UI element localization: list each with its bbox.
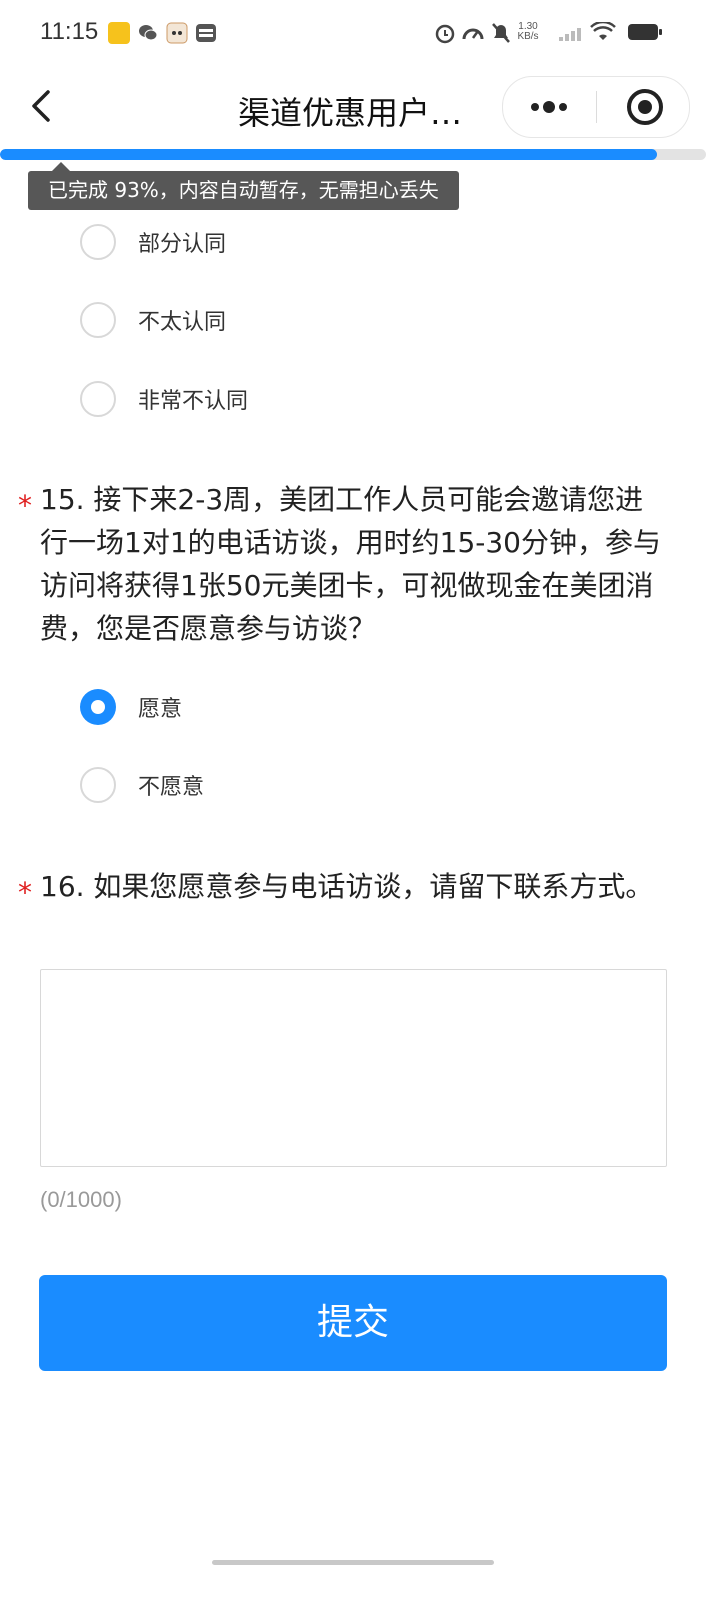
option-label: 部分认同	[138, 232, 227, 257]
progress-tooltip: 已完成 93%，内容自动暂存，无需担心丢失	[28, 162, 459, 210]
radio-button[interactable]	[80, 767, 116, 803]
alarm-icon	[435, 24, 455, 44]
more-button[interactable]	[503, 77, 596, 137]
submit-button[interactable]: 提交	[39, 1275, 667, 1371]
question-16: * 16. 如果您愿意参与电话访谈，请留下联系方式。	[18, 865, 670, 909]
contact-textarea[interactable]	[40, 969, 667, 1167]
signal-icon	[559, 28, 581, 41]
radio-button-selected[interactable]	[80, 689, 116, 725]
mute-bell-icon	[492, 23, 510, 43]
radio-button[interactable]	[80, 381, 116, 417]
progress-bar	[0, 149, 706, 160]
required-mark: *	[18, 876, 32, 909]
radio-button[interactable]	[80, 224, 116, 260]
back-chevron-icon	[32, 90, 50, 122]
home-indicator	[212, 1560, 494, 1565]
net-speed-unit: KB/s	[517, 31, 539, 42]
meituan-app-icon	[108, 22, 130, 44]
question-15-text: 15. 接下来2-3周，美团工作人员可能会邀请您进行一场1对1的电话访谈，用时约…	[40, 483, 661, 645]
more-dots-icon	[531, 101, 567, 113]
wechat-icon	[139, 25, 158, 41]
option-label: 不太认同	[138, 310, 227, 335]
progress-fill	[0, 149, 657, 160]
wifi-icon	[590, 22, 616, 40]
battery-icon	[628, 24, 662, 40]
nav-bar: 渠道优惠用户…	[0, 66, 720, 150]
status-bar: 11:15 1.30 KB/s	[0, 0, 720, 66]
wallet-app-icon	[196, 24, 216, 42]
net-speed: 1.30 KB/s	[514, 22, 542, 42]
option-label: 非常不认同	[138, 389, 249, 414]
radio-button[interactable]	[80, 302, 116, 338]
question-15: * 15. 接下来2-3周，美团工作人员可能会邀请您进行一场1对1的电话访谈，用…	[18, 478, 670, 650]
option-label: 不愿意	[138, 775, 205, 800]
required-mark: *	[18, 489, 32, 522]
close-mini-program-button[interactable]	[597, 77, 689, 137]
cat-app-icon	[166, 22, 188, 44]
option-label: 愿意	[138, 697, 183, 722]
speedometer-icon	[462, 28, 484, 40]
back-button[interactable]	[22, 84, 62, 128]
target-close-icon	[627, 89, 663, 125]
page-title: 渠道优惠用户…	[238, 94, 463, 132]
char-count: (0/1000)	[40, 1187, 122, 1212]
question-16-text: 16. 如果您愿意参与电话访谈，请留下联系方式。	[40, 870, 654, 903]
mini-program-capsule	[502, 76, 690, 138]
status-time: 11:15	[40, 18, 99, 45]
